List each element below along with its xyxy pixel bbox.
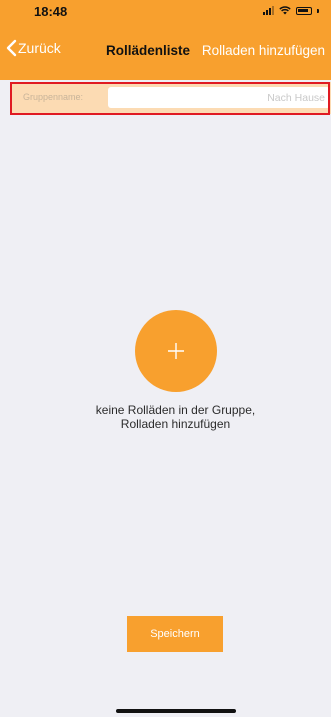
navigation-bar: Zurück Rollädenliste Rolladen hinzufügen: [0, 22, 331, 80]
group-name-input[interactable]: [108, 87, 330, 108]
back-button[interactable]: Zurück: [5, 39, 61, 57]
empty-state-line1: keine Rolläden in der Gruppe,: [95, 403, 256, 417]
home-indicator: [116, 709, 236, 713]
empty-state-text: keine Rolläden in der Gruppe, Rolladen h…: [0, 403, 331, 431]
back-label: Zurück: [18, 40, 61, 56]
chevron-left-icon: [6, 39, 17, 57]
empty-state-line2: Rolladen hinzufügen: [120, 417, 231, 431]
wifi-icon: [279, 6, 291, 15]
status-icons: [263, 6, 319, 15]
add-rolladen-button[interactable]: [135, 310, 217, 392]
save-button[interactable]: Speichern: [127, 616, 223, 652]
signal-icon: [263, 6, 274, 15]
battery-icon: [296, 6, 312, 15]
add-rolladen-nav-button[interactable]: Rolladen hinzufügen: [202, 43, 325, 58]
status-bar: 18:48: [0, 0, 331, 22]
group-name-row: Gruppenname:: [10, 82, 331, 114]
page-title: Rollädenliste: [106, 43, 191, 58]
group-name-label: Gruppenname:: [23, 92, 84, 102]
plus-icon: [168, 343, 184, 359]
status-time: 18:48: [34, 4, 68, 19]
battery-nub: [317, 8, 319, 13]
